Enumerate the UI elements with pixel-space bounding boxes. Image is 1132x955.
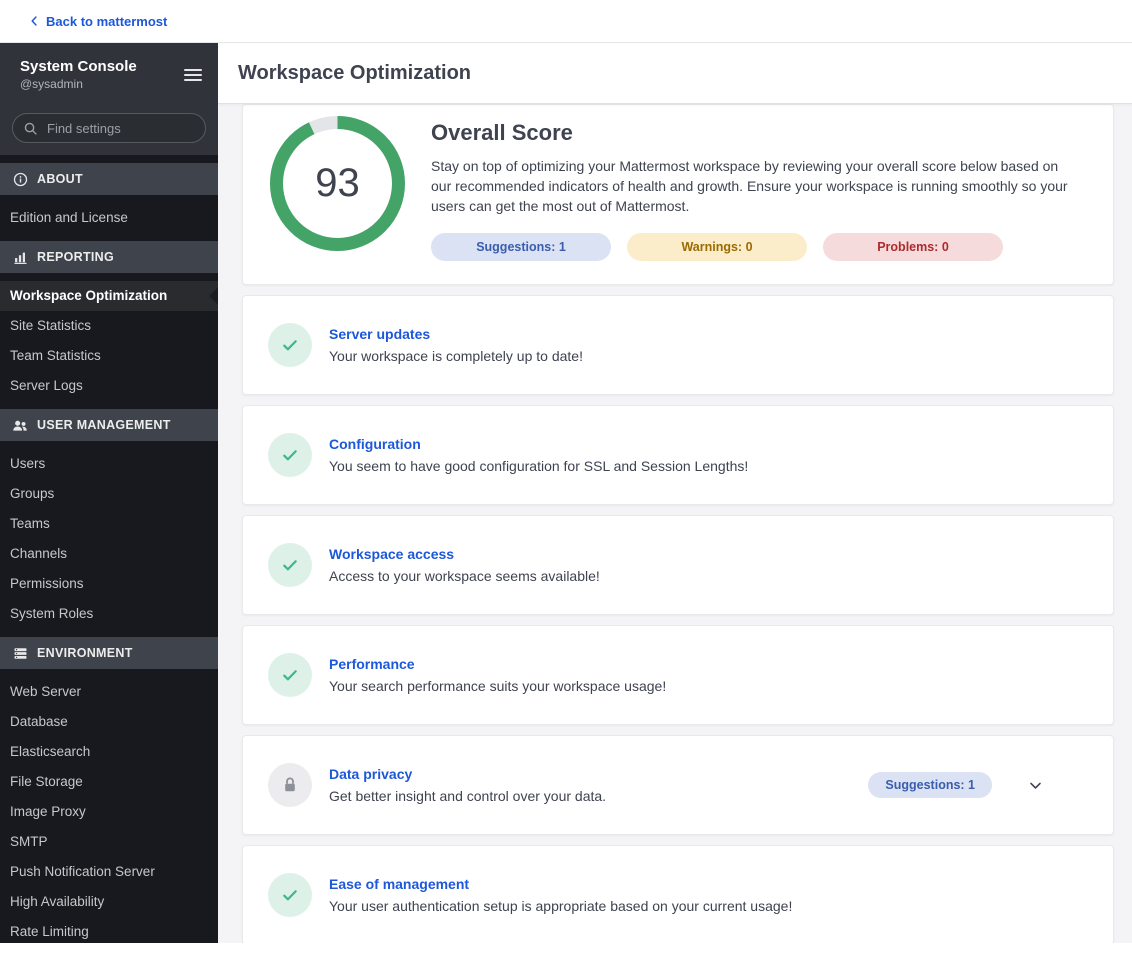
check-icon [268, 653, 312, 697]
nav-section-user-management: USER MANAGEMENT [0, 409, 218, 441]
search-input[interactable] [45, 120, 195, 137]
sidebar-item-elasticsearch[interactable]: Elasticsearch [0, 737, 218, 767]
nav-item-label: Workspace Optimization [10, 288, 167, 303]
nav-section-about: ABOUT [0, 163, 218, 195]
check-icon [268, 543, 312, 587]
sidebar-item-file-storage[interactable]: File Storage [0, 767, 218, 797]
sidebar-nav: ABOUT Edition and License REPORTING Work… [0, 163, 218, 955]
search-box[interactable] [12, 113, 206, 143]
nav-section-label: REPORTING [37, 250, 114, 264]
chevron-left-icon [28, 15, 40, 27]
lock-icon [268, 763, 312, 807]
menu-icon[interactable] [184, 65, 202, 85]
sidebar-item-channels[interactable]: Channels [0, 539, 218, 569]
bar-chart-icon [12, 249, 28, 265]
card-performance: Performance Your search performance suit… [242, 625, 1114, 725]
sidebar-item-edition-and-license[interactable]: Edition and License [0, 203, 218, 233]
overall-score-value: 93 [270, 116, 405, 251]
score-chips: Suggestions: 1 Warnings: 0 Problems: 0 [431, 233, 1081, 261]
page-title: Workspace Optimization [238, 62, 471, 85]
sidebar-item-push-notification-server[interactable]: Push Notification Server [0, 857, 218, 887]
server-stack-icon [12, 645, 28, 661]
info-icon [12, 171, 28, 187]
sidebar-item-system-roles[interactable]: System Roles [0, 599, 218, 629]
nav-section-environment: ENVIRONMENT [0, 637, 218, 669]
score-content: Overall Score Stay on top of optimizing … [431, 116, 1081, 261]
sidebar-item-teams[interactable]: Teams [0, 509, 218, 539]
sidebar-item-smtp[interactable]: SMTP [0, 827, 218, 857]
sidebar-item-users[interactable]: Users [0, 449, 218, 479]
card-data-privacy[interactable]: Data privacy Get better insight and cont… [242, 735, 1114, 835]
score-ring: 93 [270, 116, 405, 251]
card-description: Access to your workspace seems available… [329, 566, 600, 586]
overall-score-title: Overall Score [431, 120, 1081, 146]
card-ease-of-management: Ease of management Your user authenticat… [242, 845, 1114, 943]
card-title-link[interactable]: Data privacy [329, 764, 606, 784]
search-icon [23, 121, 38, 136]
nav-section-label: ENVIRONMENT [37, 646, 133, 660]
sidebar-item-team-statistics[interactable]: Team Statistics [0, 341, 218, 371]
suggestions-badge: Suggestions: 1 [868, 772, 992, 798]
card-title-link[interactable]: Configuration [329, 434, 748, 454]
search-area [0, 107, 218, 155]
card-description: Your user authentication setup is approp… [329, 896, 792, 916]
card-server-updates: Server updates Your workspace is complet… [242, 295, 1114, 395]
selected-item-caret [209, 287, 218, 305]
sidebar-item-image-proxy[interactable]: Image Proxy [0, 797, 218, 827]
check-icon [268, 323, 312, 367]
nav-section-label: ABOUT [37, 172, 83, 186]
main-content: 93 Overall Score Stay on top of optimizi… [218, 104, 1132, 943]
back-link-label: Back to mattermost [46, 14, 167, 29]
card-title-link[interactable]: Server updates [329, 324, 583, 344]
card-title-link[interactable]: Performance [329, 654, 666, 674]
sidebar-item-high-availability[interactable]: High Availability [0, 887, 218, 917]
back-link[interactable]: Back to mattermost [28, 14, 167, 29]
sidebar-item-groups[interactable]: Groups [0, 479, 218, 509]
card-description: Get better insight and control over your… [329, 786, 606, 806]
card-title-link[interactable]: Workspace access [329, 544, 600, 564]
sidebar-item-permissions[interactable]: Permissions [0, 569, 218, 599]
card-description: Your search performance suits your works… [329, 676, 666, 696]
card-text: Data privacy Get better insight and cont… [329, 764, 606, 806]
card-configuration: Configuration You seem to have good conf… [242, 405, 1114, 505]
overall-score-card: 93 Overall Score Stay on top of optimizi… [242, 104, 1114, 285]
nav-section-reporting: REPORTING [0, 241, 218, 273]
sidebar-item-server-logs[interactable]: Server Logs [0, 371, 218, 401]
sidebar-item-database[interactable]: Database [0, 707, 218, 737]
card-text: Ease of management Your user authenticat… [329, 874, 792, 916]
topbar: Back to mattermost [0, 0, 1132, 43]
problems-badge: Problems: 0 [823, 233, 1003, 261]
card-text: Workspace access Access to your workspac… [329, 544, 600, 586]
card-text: Performance Your search performance suit… [329, 654, 666, 696]
sidebar-item-web-server[interactable]: Web Server [0, 677, 218, 707]
overall-score-description: Stay on top of optimizing your Mattermos… [431, 156, 1081, 216]
sidebar-top: System Console @sysadmin [0, 43, 218, 155]
check-icon [268, 873, 312, 917]
console-title: System Console [20, 57, 184, 76]
nav-section-label: USER MANAGEMENT [37, 418, 171, 432]
card-title-link[interactable]: Ease of management [329, 874, 792, 894]
suggestions-badge: Suggestions: 1 [431, 233, 611, 261]
sidebar-item-site-statistics[interactable]: Site Statistics [0, 311, 218, 341]
users-icon [12, 417, 28, 433]
card-description: You seem to have good configuration for … [329, 456, 748, 476]
chevron-down-icon[interactable] [1024, 774, 1047, 797]
sidebar-header: System Console @sysadmin [0, 43, 218, 107]
check-icon [268, 433, 312, 477]
card-description: Your workspace is completely up to date! [329, 346, 583, 366]
card-text: Configuration You seem to have good conf… [329, 434, 748, 476]
warnings-badge: Warnings: 0 [627, 233, 807, 261]
sidebar-item-workspace-optimization[interactable]: Workspace Optimization [0, 281, 218, 311]
sidebar-titles: System Console @sysadmin [20, 57, 184, 93]
console-username: @sysadmin [20, 76, 184, 93]
card-text: Server updates Your workspace is complet… [329, 324, 583, 366]
page-header: Workspace Optimization [218, 43, 1132, 104]
sidebar: System Console @sysadmin ABOUT Edition a… [0, 43, 218, 943]
card-workspace-access: Workspace access Access to your workspac… [242, 515, 1114, 615]
